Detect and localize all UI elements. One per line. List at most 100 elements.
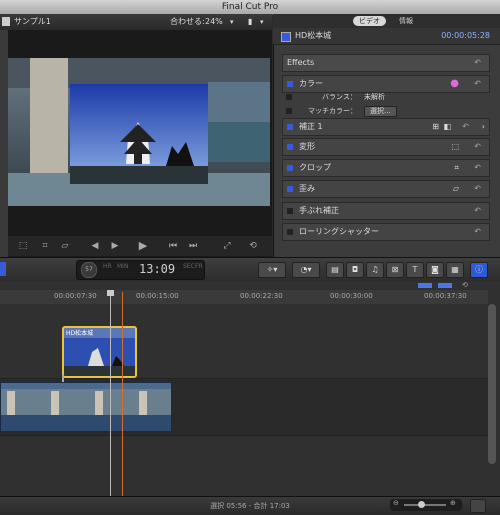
enhance-icon[interactable]: ✧▾	[258, 262, 286, 278]
enable-checkbox[interactable]	[287, 165, 293, 171]
reset-icon[interactable]: ↶	[462, 119, 469, 135]
rewind-icon[interactable]: ◀	[88, 240, 102, 252]
zoom-thumb[interactable]	[418, 501, 425, 508]
reset-icon[interactable]: ↶	[474, 203, 481, 219]
timeline-scrollbar[interactable]	[488, 304, 496, 464]
zoom-out-icon[interactable]: ⊖	[393, 499, 399, 507]
next-edit-icon[interactable]: ⏭	[186, 240, 200, 252]
connected-clip[interactable]: HD松本城	[62, 326, 137, 378]
tab-video[interactable]: ビデオ	[353, 16, 386, 26]
primary-clip[interactable]	[0, 382, 172, 432]
fullscreen-icon[interactable]: ⤢	[220, 240, 234, 252]
distort-label: 歪み	[299, 184, 315, 193]
viewer-image	[8, 58, 270, 206]
enable-checkbox[interactable]	[287, 186, 293, 192]
rolling-shutter-section[interactable]: ローリングシャッター ↶	[282, 223, 490, 241]
generators-browser-icon[interactable]: ◙	[426, 262, 444, 278]
toolbar	[0, 257, 500, 283]
photo-browser-icon[interactable]: ◘	[346, 262, 364, 278]
window-title: Final Cut Pro	[221, 2, 279, 12]
inspector-tabs: ビデオ 情報	[273, 14, 500, 28]
distort-icon[interactable]: ▱	[58, 240, 72, 252]
connection-line	[62, 374, 64, 382]
chevron-down-icon[interactable]: ▾	[260, 14, 264, 30]
chevron-down-icon[interactable]: ▾	[230, 14, 234, 30]
reset-icon[interactable]: ↶	[474, 55, 481, 71]
selection-info: 選択 05:56 - 合計 17:03	[210, 502, 290, 510]
match-color-select-button[interactable]: 選択...	[364, 106, 397, 117]
zoom-slider[interactable]: ⊖ ⊕	[390, 499, 462, 511]
lock-icon[interactable]: ▮	[248, 14, 252, 30]
clip-name: HD松本城	[295, 31, 332, 40]
clip-thumbnail	[64, 338, 135, 376]
inspector-clip-header: HD松本城 00:00:05:28	[273, 28, 500, 45]
reset-icon[interactable]: ↶	[474, 160, 481, 176]
enable-checkbox[interactable]	[287, 208, 293, 214]
titles-browser-icon[interactable]: T	[406, 262, 424, 278]
zoom-track[interactable]	[404, 504, 446, 506]
clip-appearance-icon[interactable]	[470, 499, 486, 513]
loop-icon[interactable]: ⟲	[246, 240, 260, 252]
crop-section[interactable]: クロップ ⌗ ↶	[282, 159, 490, 177]
skimmer[interactable]	[110, 292, 111, 496]
crop-label: クロップ	[299, 163, 331, 172]
tc-label-sec: SEC	[183, 263, 195, 270]
previous-edit-icon[interactable]: ⏮	[166, 240, 180, 252]
reset-icon[interactable]: ↶	[474, 181, 481, 197]
reset-icon[interactable]: ↶	[474, 224, 481, 240]
clip-filmstrip	[1, 383, 171, 431]
transform-icon[interactable]: ⬚	[16, 240, 30, 252]
balance-label: バランス：	[322, 93, 357, 101]
effects-section[interactable]: Effects ↶	[282, 54, 490, 72]
balance-value: 未解析	[364, 93, 385, 101]
mask-icon[interactable]: ◧	[443, 119, 451, 135]
skimmer-handle[interactable]	[107, 290, 114, 296]
distort-section[interactable]: 歪み ▱ ↶	[282, 180, 490, 198]
add-correction-icon[interactable]: ⊞	[432, 119, 439, 135]
correction-row[interactable]: 補正 1 ⊞ ◧ ↶ ›	[282, 118, 490, 136]
forward-icon[interactable]: ▶	[108, 240, 122, 252]
transitions-browser-icon[interactable]: ⊠	[386, 262, 404, 278]
transform-section[interactable]: 変形 ⬚ ↶	[282, 138, 490, 156]
playhead[interactable]	[122, 292, 123, 496]
distort-icon[interactable]: ▱	[453, 181, 459, 197]
ruler-tick: 00:00:30:00	[330, 292, 373, 300]
transform-icon[interactable]: ⬚	[451, 139, 459, 155]
balance-checkbox[interactable]	[286, 94, 292, 100]
fit-label[interactable]: 合わせる:	[170, 14, 205, 30]
clip-duration: 00:00:05:28	[441, 31, 490, 40]
timecode-value: 13:09	[139, 262, 176, 276]
reset-icon[interactable]: ↶	[474, 139, 481, 155]
zoom-value[interactable]: 24%	[205, 14, 223, 30]
retime-icon[interactable]: ◔▾	[292, 262, 320, 278]
transform-label: 変形	[299, 142, 315, 151]
play-icon[interactable]: ▶	[136, 240, 150, 252]
effects-browser-icon[interactable]: ▤	[326, 262, 344, 278]
enable-checkbox[interactable]	[287, 81, 293, 87]
audio-meter-icon[interactable]: ⟲	[418, 281, 478, 289]
project-name: サンプル1	[14, 17, 51, 26]
ruler-tick: 00:00:15:00	[136, 292, 179, 300]
stabilization-section[interactable]: 手ぶれ補正 ↶	[282, 202, 490, 220]
enable-checkbox[interactable]	[287, 144, 293, 150]
timeline-ruler[interactable]: 00:00:07:30 00:00:15:00 00:00:22:30 00:0…	[0, 290, 488, 304]
crop-icon[interactable]: ⌗	[454, 160, 459, 176]
connected-clip-name: HD松本城	[66, 330, 94, 337]
enable-checkbox[interactable]	[287, 124, 293, 130]
zoom-in-icon[interactable]: ⊕	[450, 499, 456, 507]
scene-image	[8, 58, 270, 206]
ruler-tick: 00:00:22:30	[240, 292, 283, 300]
tab-info[interactable]: 情報	[393, 16, 419, 26]
crop-icon[interactable]: ⌗	[38, 240, 52, 252]
effects-label: Effects	[287, 58, 315, 67]
inspector-toggle-icon[interactable]: ⓘ	[470, 262, 488, 278]
enable-checkbox[interactable]	[287, 229, 293, 235]
arrow-right-icon[interactable]: ›	[482, 119, 485, 135]
tc-label-fr: FR	[195, 263, 203, 270]
left-edge-indicator	[0, 262, 6, 276]
timecode-display[interactable]: 57 HR MIN SEC FR 13:09	[76, 260, 205, 280]
music-browser-icon[interactable]: ♫	[366, 262, 384, 278]
clip-icon	[281, 32, 291, 42]
match-color-checkbox[interactable]	[286, 108, 292, 114]
themes-browser-icon[interactable]: ▦	[446, 262, 464, 278]
